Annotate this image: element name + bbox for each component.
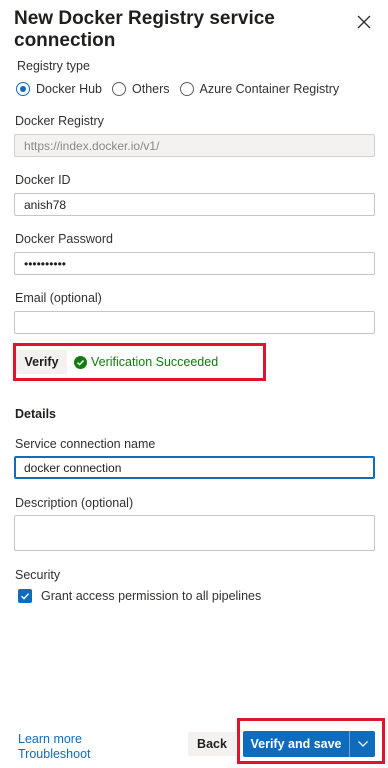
email-input[interactable] [14, 311, 375, 334]
troubleshoot-link[interactable]: Troubleshoot [18, 747, 91, 761]
docker-id-label: Docker ID [15, 173, 71, 187]
grant-access-checkbox[interactable] [18, 589, 32, 603]
radio-azure-container-registry[interactable]: Azure Container Registry [179, 82, 340, 96]
verification-status-text: Verification Succeeded [91, 355, 219, 369]
success-check-icon [74, 355, 87, 369]
security-label: Security [15, 568, 61, 582]
radio-unselected-icon [179, 82, 194, 96]
chevron-down-icon [357, 741, 368, 747]
checkmark-icon [21, 593, 30, 600]
service-connection-name-input[interactable] [14, 456, 375, 479]
docker-password-input[interactable] [14, 252, 375, 275]
verify-button[interactable]: Verify [16, 350, 67, 374]
learn-more-link[interactable]: Learn more [18, 732, 82, 746]
back-button[interactable]: Back [188, 732, 236, 756]
panel-title: New Docker Registry service connection [14, 8, 275, 51]
save-options-dropdown-button[interactable] [350, 731, 375, 757]
registry-type-label: Registry type [17, 59, 90, 73]
radio-others[interactable]: Others [112, 82, 170, 96]
radio-others-label: Others [132, 82, 170, 96]
service-connection-name-label: Service connection name [15, 437, 156, 451]
description-label: Description (optional) [15, 496, 134, 510]
radio-azure-label: Azure Container Registry [199, 82, 340, 96]
service-connection-panel: New Docker Registry service connection R… [0, 0, 388, 768]
verification-status: Verification Succeeded [74, 355, 218, 369]
registry-type-radio-group: Docker Hub Others Azure Container Regist… [16, 80, 349, 98]
grant-access-label: Grant access permission to all pipelines [41, 589, 262, 603]
radio-unselected-icon [112, 82, 126, 96]
description-input[interactable] [14, 515, 375, 551]
docker-registry-input [14, 134, 375, 157]
radio-docker-hub-label: Docker Hub [36, 82, 102, 96]
email-label: Email (optional) [15, 291, 102, 305]
details-heading: Details [15, 407, 56, 421]
verify-and-save-button[interactable]: Verify and save [243, 731, 349, 757]
docker-id-input[interactable] [14, 193, 375, 216]
radio-docker-hub[interactable]: Docker Hub [16, 82, 102, 96]
docker-password-label: Docker Password [15, 232, 113, 246]
close-icon[interactable] [354, 12, 374, 32]
docker-registry-label: Docker Registry [15, 114, 104, 128]
grant-access-checkbox-row[interactable]: Grant access permission to all pipelines [18, 589, 261, 603]
radio-selected-icon [16, 82, 30, 96]
